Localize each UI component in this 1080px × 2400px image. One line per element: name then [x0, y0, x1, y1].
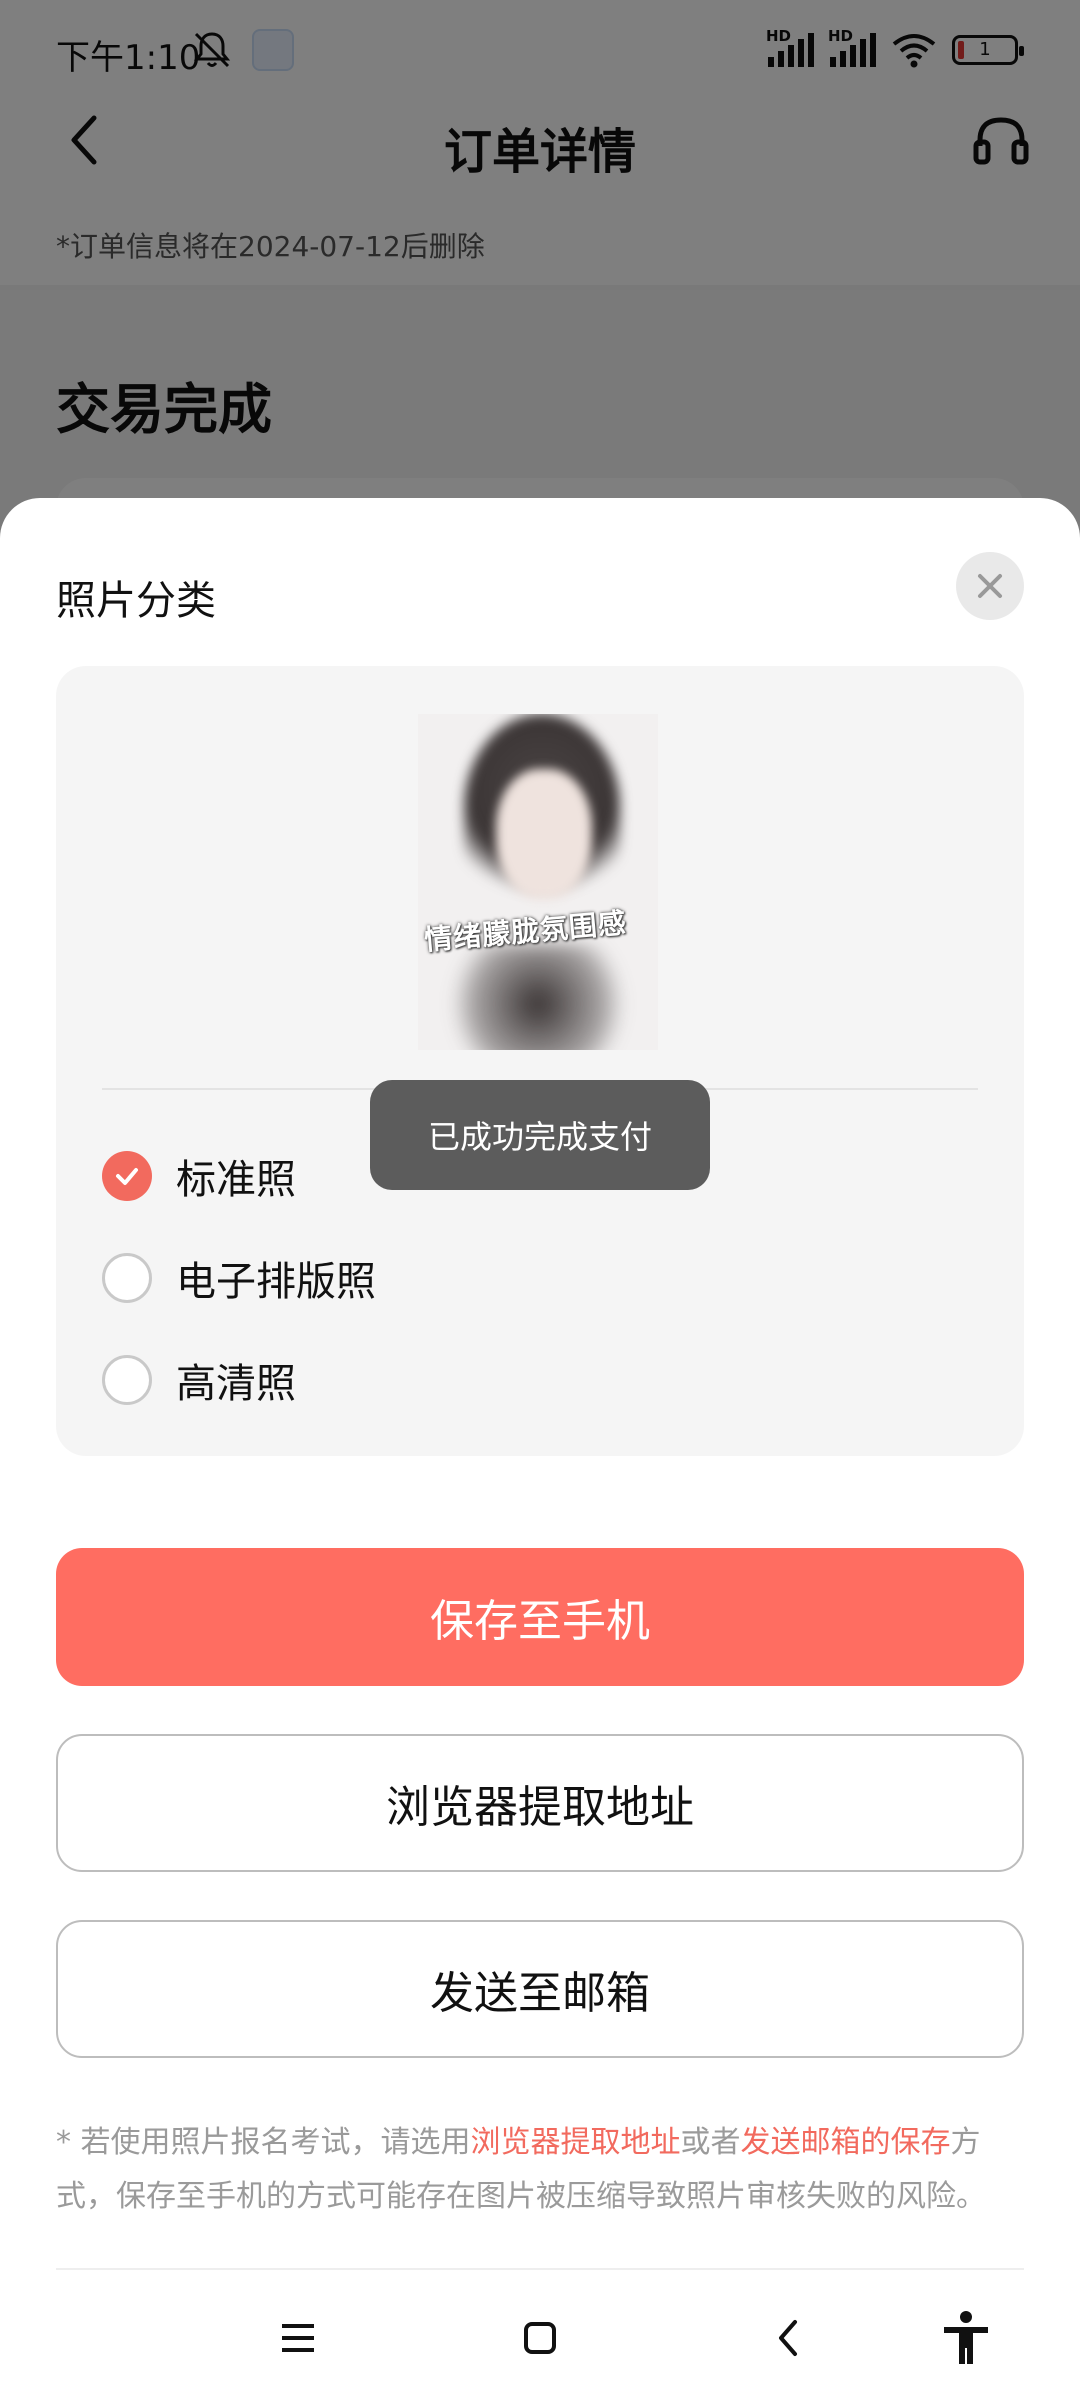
screen: 下午1:10 HD HD: [0, 0, 1080, 2400]
option-label: 高清照: [176, 1361, 296, 1407]
system-nav-bar: [0, 2270, 1080, 2400]
menu-icon: [282, 2324, 314, 2352]
photo-preview: 情绪朦胧氛围感: [418, 714, 658, 1050]
accessibility-button[interactable]: [938, 2310, 994, 2366]
footnote-text: 或者: [680, 2125, 741, 2160]
footnote-link-email[interactable]: 发送邮箱的保存: [741, 2125, 951, 2160]
sheet-title: 照片分类: [56, 578, 216, 624]
option-electronic-layout[interactable]: 电子排版照: [102, 1250, 376, 1306]
radio-unchecked[interactable]: [102, 1355, 152, 1405]
close-button[interactable]: [956, 552, 1024, 620]
footnote-text: * 若使用照片报名考试，请选用: [56, 2125, 471, 2160]
option-label: 电子排版照: [176, 1259, 376, 1305]
back-nav-icon: [779, 2320, 797, 2356]
accessibility-icon: [944, 2311, 988, 2364]
close-icon: [978, 574, 1002, 598]
check-icon: [116, 1168, 138, 1185]
option-label: 标准照: [176, 1157, 296, 1203]
option-hd[interactable]: 高清照: [102, 1352, 296, 1408]
photo-panel: 情绪朦胧氛围感 标准照 电子排版照 高清照: [56, 666, 1024, 1456]
radio-unchecked[interactable]: [102, 1253, 152, 1303]
menu-button[interactable]: [270, 2310, 326, 2366]
browser-extract-button[interactable]: 浏览器提取地址: [56, 1734, 1024, 1872]
footnote: * 若使用照片报名考试，请选用浏览器提取地址或者发送邮箱的保存方式，保存至手机的…: [56, 2116, 1024, 2224]
home-button[interactable]: [512, 2310, 568, 2366]
radio-checked[interactable]: [102, 1151, 152, 1201]
footnote-link-browser[interactable]: 浏览器提取地址: [471, 2125, 681, 2160]
payment-success-toast: 已成功完成支付: [370, 1080, 710, 1190]
back-nav-button[interactable]: [760, 2310, 816, 2366]
photo-category-sheet: 照片分类 情绪朦胧氛围感 标准照 电子排版照 高清照 保存至手机 浏览器提取地址…: [0, 498, 1080, 2400]
home-icon: [524, 2322, 556, 2354]
send-email-button[interactable]: 发送至邮箱: [56, 1920, 1024, 2058]
save-to-phone-button[interactable]: 保存至手机: [56, 1548, 1024, 1686]
option-standard[interactable]: 标准照: [102, 1148, 296, 1204]
